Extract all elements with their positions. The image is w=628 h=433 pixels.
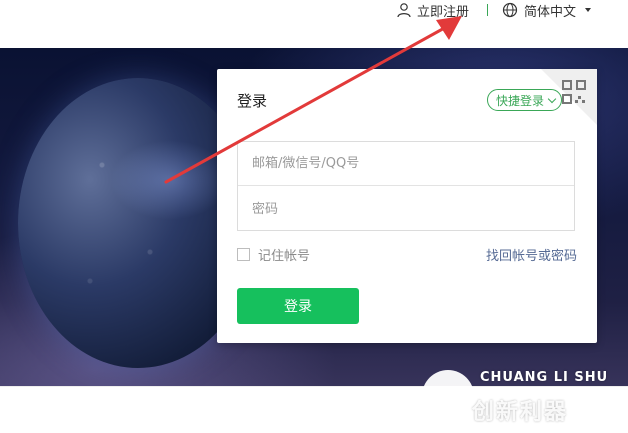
user-icon [397,3,411,18]
watermark-mark [422,370,474,422]
top-bar: 立即注册 简体中文 [0,0,628,48]
login-panel: 登录 快捷登录 记住帐号 找回帐号或密码 登录 [217,69,597,343]
remember-account[interactable]: 记住帐号 [237,245,310,264]
watermark-latin: CHUANG LI SHU [480,370,609,385]
login-title: 登录 [237,92,268,110]
caret-down-icon [585,8,592,12]
language-label: 简体中文 [524,4,577,20]
topbar-divider [487,4,488,16]
quick-login-label: 快捷登录 [496,93,545,108]
globe-icon [502,2,518,18]
login-button[interactable]: 登录 [237,288,359,324]
watermark-cn: 创新利器 [472,400,569,425]
watermark-logo: CHUANG LI SHU 创新利器 [422,368,628,432]
remember-checkbox[interactable] [237,248,250,261]
account-input[interactable] [238,142,574,186]
remember-label: 记住帐号 [258,249,311,264]
register-link[interactable]: 立即注册 [396,0,469,20]
planet-glow [110,140,230,220]
language-selector[interactable]: 简体中文 [502,0,592,20]
qr-code-icon[interactable] [561,79,587,105]
chevron-down-icon [547,94,557,103]
register-label: 立即注册 [417,4,470,20]
password-input[interactable] [238,187,574,231]
quick-login-button[interactable]: 快捷登录 [487,89,563,111]
forgot-link[interactable]: 找回帐号或密码 [486,245,577,264]
credential-fields [237,141,575,231]
